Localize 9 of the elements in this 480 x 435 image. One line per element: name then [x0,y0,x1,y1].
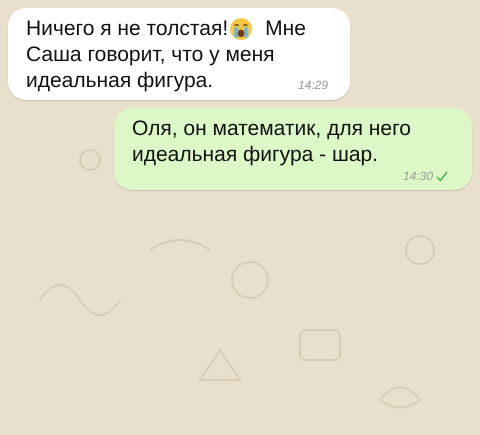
message-text: Мне [265,16,306,42]
message-text: Ничего я не толстая! [26,16,228,42]
message-text: идеальная фигура. [26,68,214,94]
message-text: Оля, он математик, для него [132,116,411,142]
message-time: 14:29 [298,77,328,93]
message-text: Саша говорит, что у меня [26,42,275,68]
crying-face-icon [229,17,254,41]
message-time: 14:30 [402,168,433,184]
message-text: идеальная фигура - шар. [132,142,378,168]
